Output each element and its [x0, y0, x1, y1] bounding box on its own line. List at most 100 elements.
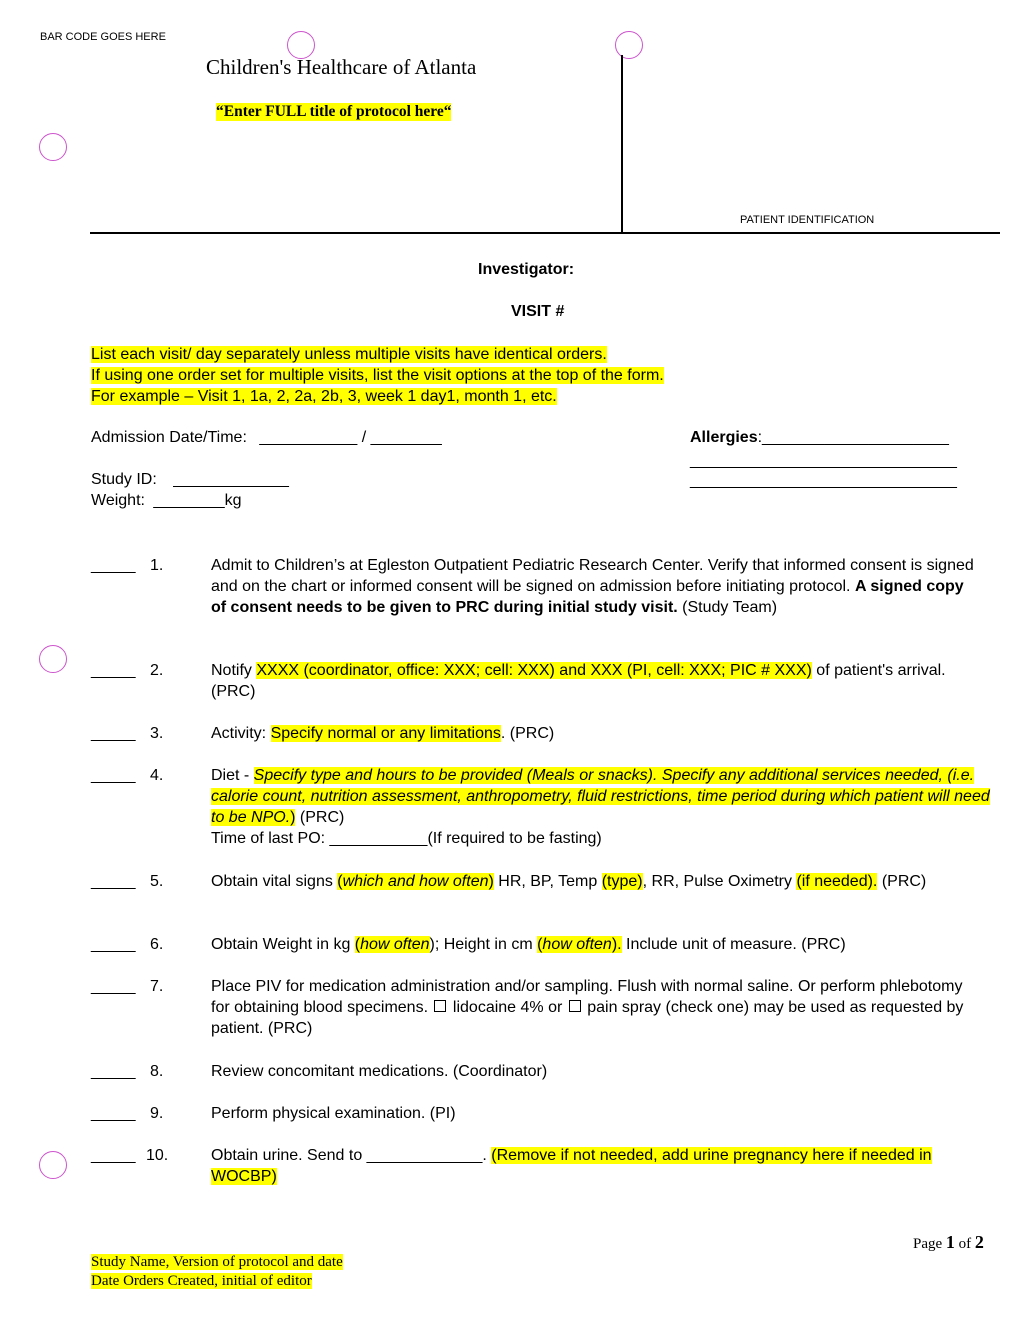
order-number: 4.: [150, 767, 164, 784]
order-placeholder: (type): [601, 873, 643, 890]
order-number: 1.: [150, 557, 164, 574]
study-id-label: Study ID:: [91, 471, 157, 488]
order-number: 7.: [150, 978, 164, 995]
order-checkoff-blank[interactable]: _____: [91, 765, 136, 786]
lidocaine-checkbox[interactable]: [434, 1000, 447, 1012]
allergies-field: Allergies:_____________________: [690, 429, 949, 447]
weight-label: Weight:: [91, 492, 145, 509]
order-placeholder: (how often: [354, 936, 430, 953]
order-checkoff-blank[interactable]: _____: [91, 976, 136, 997]
header-divider-horizontal: [90, 232, 1000, 234]
allergies-input-line[interactable]: ______________________________: [690, 472, 957, 490]
instruction-line: If using one order set for multiple visi…: [91, 367, 664, 384]
order-checkoff-blank[interactable]: _____: [91, 555, 136, 576]
order-text: ; Height in cm: [434, 936, 538, 953]
order-checkoff-blank[interactable]: _____: [91, 1103, 136, 1124]
order-text: Obtain urine. Send to _____________.: [211, 1147, 492, 1164]
order-text: Perform physical examination. (PI): [211, 1105, 456, 1122]
admission-date-input[interactable]: ___________: [259, 429, 357, 446]
order-placeholder: XXXX (coordinator, office: XXX; cell: XX…: [256, 662, 812, 679]
patient-identification-label: PATIENT IDENTIFICATION: [740, 214, 875, 226]
order-checkoff-blank[interactable]: _____: [91, 723, 136, 744]
order-text: (PRC): [295, 809, 345, 826]
protocol-title: “Enter FULL title of protocol here“: [216, 103, 452, 121]
page-number: Page 1 of 2: [913, 1232, 984, 1253]
order-placeholder: (how often).: [537, 936, 622, 953]
order-placeholder-text: which and how often: [342, 873, 489, 890]
punch-hole-marker: [39, 645, 67, 673]
order-placeholder: (which and how often): [337, 873, 494, 890]
allergies-input[interactable]: :_____________________: [758, 429, 949, 446]
order-text: Obtain vital signs: [211, 873, 338, 890]
order-item-7: _____ 7. Place PIV for medication admini…: [91, 976, 991, 1039]
order-text: Include unit of measure. (PRC): [621, 936, 846, 953]
weight-input[interactable]: ________: [153, 492, 224, 509]
page-prefix: Page: [913, 1236, 946, 1252]
footer-editor-info: Date Orders Created, initial of editor: [91, 1273, 312, 1289]
document-footer: Study Name, Version of protocol and date…: [91, 1253, 343, 1291]
page-current: 1: [945, 1232, 955, 1252]
order-placeholder-text: how often: [542, 936, 612, 953]
order-item-3: _____ 3. Activity: Specify normal or any…: [91, 723, 991, 744]
order-number: 8.: [150, 1063, 164, 1080]
order-checkoff-blank[interactable]: _____: [91, 934, 136, 955]
order-number: 2.: [150, 662, 164, 679]
allergies-label: Allergies: [690, 429, 758, 446]
order-text: , RR, Pulse Oximetry: [642, 873, 797, 890]
header-divider-vertical: [621, 55, 623, 233]
order-item-4: _____ 4. Diet - Specify type and hours t…: [91, 765, 991, 849]
order-number: 10.: [146, 1147, 169, 1164]
punch-hole-marker: [615, 31, 643, 59]
order-item-9: _____ 9. Perform physical examination. (…: [91, 1103, 991, 1124]
organization-name: Children's Healthcare of Atlanta: [206, 55, 477, 79]
order-number: 6.: [150, 936, 164, 953]
pain-spray-checkbox[interactable]: [568, 1000, 581, 1012]
order-placeholder: Specify normal or any limitations: [270, 725, 501, 742]
order-item-10: _____ 10. Obtain urine. Send to ________…: [91, 1145, 991, 1187]
order-placeholder-text: how often: [360, 936, 430, 953]
order-text: HR, BP, Temp: [493, 873, 602, 890]
instruction-line: List each visit/ day separately unless m…: [91, 346, 607, 363]
order-text: Notify: [211, 662, 257, 679]
order-checkoff-blank[interactable]: _____: [91, 871, 136, 892]
order-text: Obtain Weight in kg: [211, 936, 355, 953]
instructions-block: List each visit/ day separately unless m…: [91, 344, 664, 407]
last-po-label: Time of last PO:: [211, 830, 330, 847]
order-text: Review concomitant medications. (Coordin…: [211, 1063, 548, 1080]
instruction-line: For example – Visit 1, 1a, 2, 2a, 2b, 3,…: [91, 388, 557, 405]
order-item-2: _____ 2. Notify XXXX (coordinator, offic…: [91, 660, 991, 702]
order-responsible: (Study Team): [677, 599, 778, 616]
order-text: (PRC): [877, 873, 927, 890]
footer-study-info: Study Name, Version of protocol and date: [91, 1254, 343, 1270]
allergies-input-line[interactable]: ______________________________: [690, 452, 957, 470]
order-item-8: _____ 8. Review concomitant medications.…: [91, 1061, 991, 1082]
order-item-5: _____ 5. Obtain vital signs (which and h…: [91, 871, 991, 892]
punch-hole-marker: [39, 133, 67, 161]
lidocaine-option-label: lidocaine 4% or: [452, 999, 567, 1016]
admission-time-input[interactable]: ________: [371, 429, 442, 446]
order-number: 5.: [150, 873, 164, 890]
order-placeholder: (if needed).: [796, 873, 878, 890]
order-checkoff-blank[interactable]: _____: [91, 1145, 136, 1166]
last-po-input[interactable]: ___________: [330, 830, 428, 847]
order-item-1: _____ 1. Admit to Children’s at Egleston…: [91, 555, 991, 618]
order-text: . (PRC): [500, 725, 555, 742]
page-total: 2: [974, 1232, 984, 1252]
order-checkoff-blank[interactable]: _____: [91, 1061, 136, 1082]
punch-hole-marker: [39, 1151, 67, 1179]
order-text: Activity:: [211, 725, 271, 742]
investigator-label: Investigator:: [478, 261, 575, 278]
paren: ).: [611, 936, 622, 953]
weight-field: Weight: ________kg: [91, 492, 242, 510]
weight-unit: kg: [224, 492, 242, 509]
study-id-field: Study ID: _____________: [91, 471, 289, 489]
order-checkoff-blank[interactable]: _____: [91, 660, 136, 681]
order-number: 3.: [150, 725, 164, 742]
order-text: Diet -: [211, 767, 254, 784]
admission-separator: /: [361, 429, 367, 446]
page-of: of: [954, 1236, 975, 1252]
admission-date-time-field: Admission Date/Time: ___________ / _____…: [91, 429, 442, 447]
study-id-input[interactable]: _____________: [173, 471, 289, 488]
order-item-6: _____ 6. Obtain Weight in kg (how often)…: [91, 934, 991, 955]
barcode-placeholder: BAR CODE GOES HERE: [40, 31, 166, 43]
